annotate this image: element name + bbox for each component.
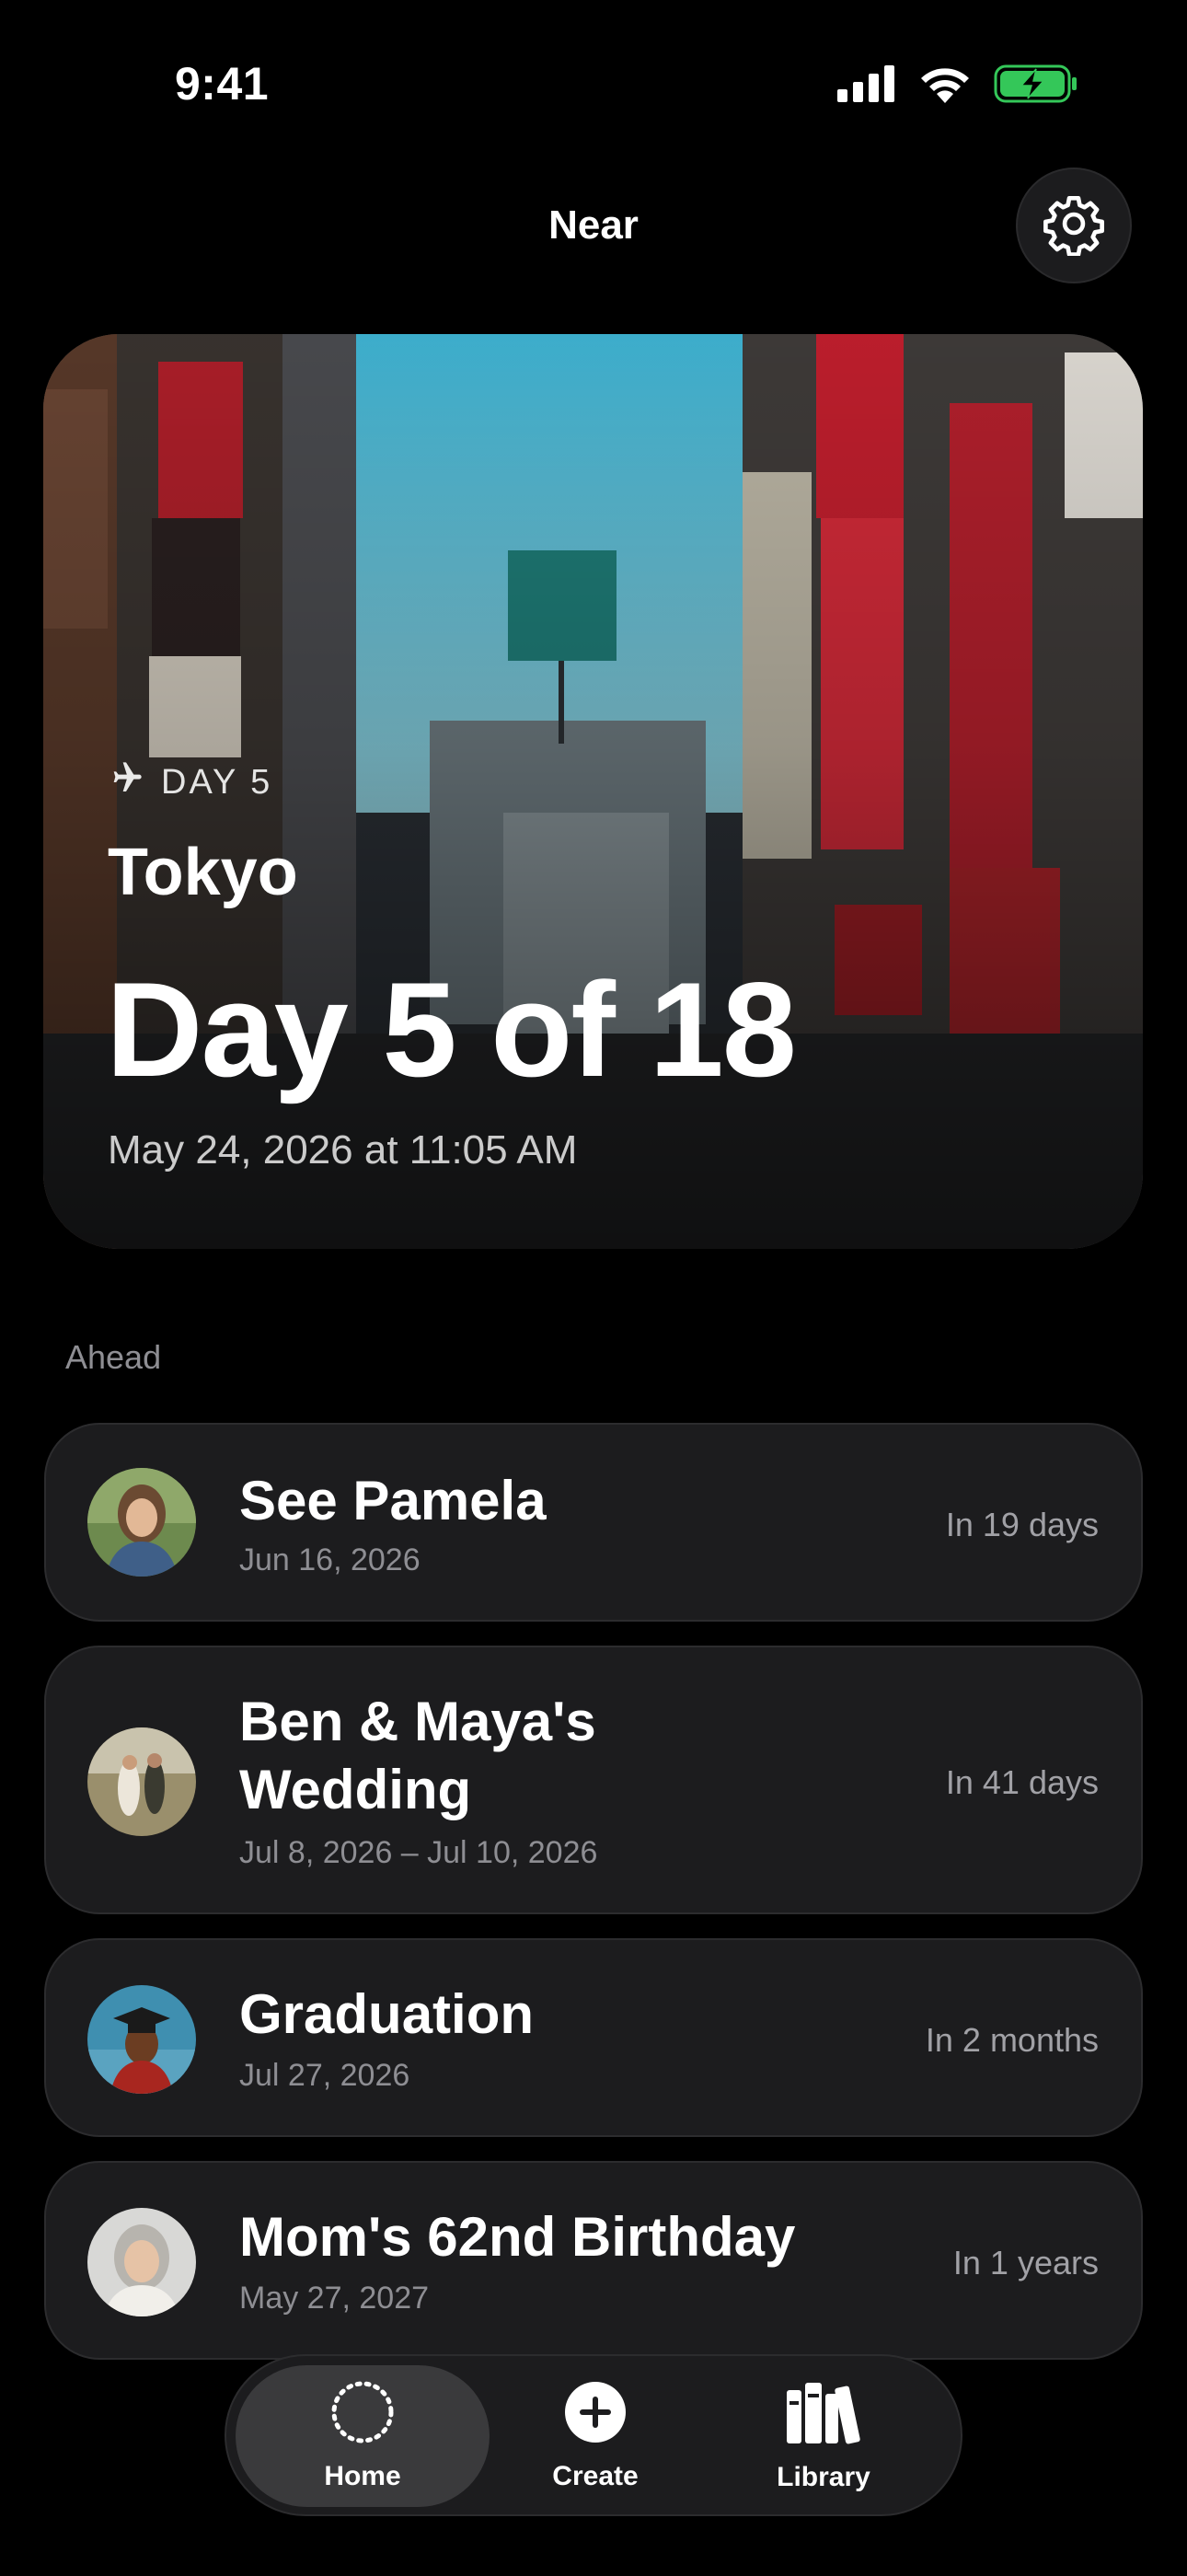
tab-bar: Home Create Library bbox=[225, 2354, 962, 2516]
status-time: 9:41 bbox=[175, 58, 270, 110]
tab-library[interactable]: Library bbox=[701, 2365, 946, 2507]
tab-create-label: Create bbox=[552, 2461, 639, 2491]
event-countdown: In 1 years bbox=[952, 2244, 1099, 2281]
avatar bbox=[87, 1727, 196, 1836]
event-card[interactable]: Graduation Jul 27, 2026 In 2 months bbox=[44, 1938, 1143, 2137]
gear-icon bbox=[1042, 191, 1106, 260]
event-card[interactable]: See Pamela Jun 16, 2026 In 19 days bbox=[44, 1423, 1143, 1622]
cellular-signal-icon bbox=[837, 65, 896, 107]
airplane-icon bbox=[108, 759, 144, 805]
avatar bbox=[87, 1468, 196, 1577]
event-title: Mom's 62nd Birthday bbox=[239, 2206, 796, 2268]
tab-library-label: Library bbox=[777, 2462, 870, 2492]
avatar bbox=[87, 1985, 196, 2094]
trip-day-progress: Day 5 of 18 bbox=[106, 954, 797, 1104]
event-date: Jul 8, 2026 – Jul 10, 2026 bbox=[239, 1835, 598, 1870]
event-countdown: In 2 months bbox=[925, 2021, 1099, 2059]
dotted-circle-icon bbox=[330, 2380, 395, 2452]
trip-day-label: DAY 5 bbox=[161, 762, 273, 802]
current-trip-card[interactable]: DAY 5 Tokyo Day 5 of 18 May 24, 2026 at … bbox=[43, 334, 1143, 1249]
tab-home-label: Home bbox=[324, 2461, 401, 2491]
trip-datetime: May 24, 2026 at 11:05 AM bbox=[108, 1127, 578, 1172]
event-date: May 27, 2027 bbox=[239, 2281, 430, 2316]
plus-circle-icon bbox=[563, 2380, 628, 2452]
event-card[interactable]: Mom's 62nd Birthday May 27, 2027 In 1 ye… bbox=[44, 2161, 1143, 2360]
trip-city: Tokyo bbox=[108, 836, 298, 909]
settings-button[interactable] bbox=[1016, 167, 1132, 283]
section-label-ahead: Ahead bbox=[65, 1338, 162, 1376]
event-card[interactable]: Ben & Maya's Wedding Jul 8, 2026 – Jul 1… bbox=[44, 1646, 1143, 1914]
books-icon bbox=[785, 2379, 862, 2453]
event-countdown: In 41 days bbox=[945, 1763, 1099, 1801]
event-countdown: In 19 days bbox=[945, 1506, 1099, 1543]
event-title: Ben & Maya's Wedding bbox=[239, 1691, 596, 1820]
trip-eyebrow: DAY 5 bbox=[108, 759, 272, 805]
battery-charging-icon bbox=[994, 64, 1078, 108]
status-icons bbox=[837, 64, 1078, 108]
event-title: Graduation bbox=[239, 1983, 535, 2045]
event-title: See Pamela bbox=[239, 1470, 547, 1531]
page-title: Near bbox=[548, 202, 639, 248]
wifi-icon bbox=[918, 64, 972, 108]
event-date: Jul 27, 2026 bbox=[239, 2058, 410, 2093]
tab-home[interactable]: Home bbox=[236, 2365, 490, 2507]
avatar bbox=[87, 2208, 196, 2316]
event-date: Jun 16, 2026 bbox=[239, 1542, 421, 1577]
tab-create[interactable]: Create bbox=[495, 2365, 696, 2507]
